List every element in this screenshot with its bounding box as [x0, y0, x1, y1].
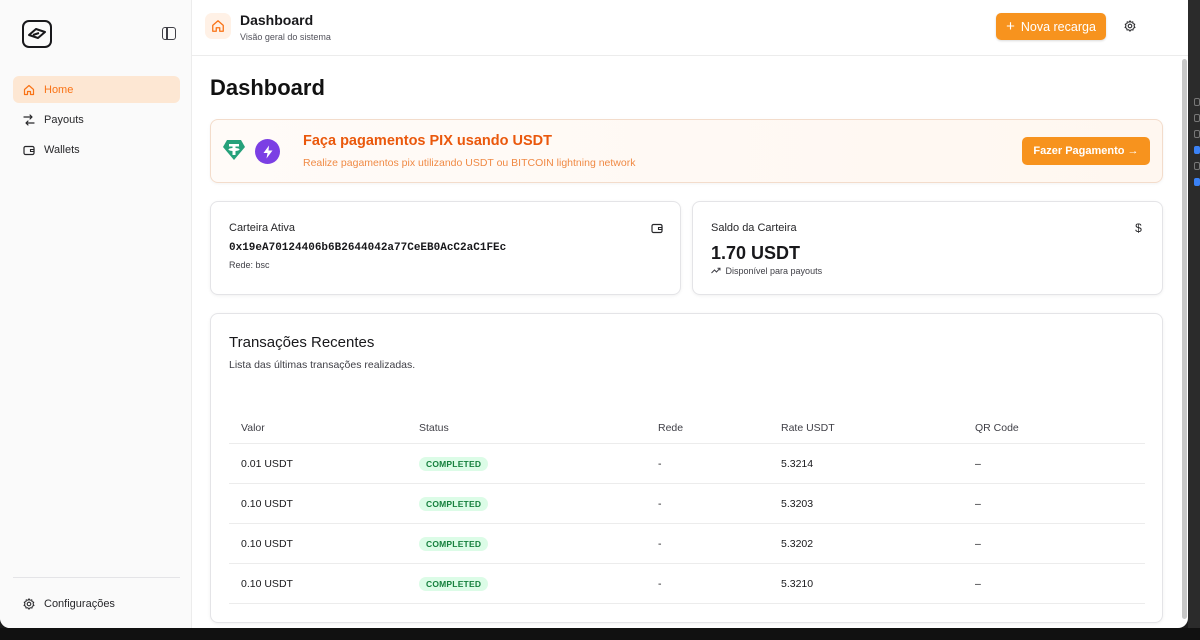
- column-header: Rede: [658, 421, 684, 434]
- nova-recarga-button[interactable]: + Nova recarga: [996, 13, 1106, 40]
- sidebar-item-payouts[interactable]: Payouts: [13, 106, 180, 133]
- cell-qr: –: [975, 497, 981, 510]
- plus-icon: +: [1006, 18, 1015, 35]
- column-header: Status: [419, 421, 449, 434]
- sidebar-item-label: Payouts: [44, 113, 84, 126]
- sidebar-item-label: Wallets: [44, 143, 80, 156]
- table-row[interactable]: 0.10 USDT COMPLETED - 5.3210 –: [229, 564, 1145, 604]
- sidebar-item-home[interactable]: Home: [13, 76, 180, 103]
- trending-up-icon: [711, 267, 721, 274]
- status-badge: COMPLETED: [419, 536, 489, 551]
- cell-qr: –: [975, 577, 981, 590]
- balance-amount: 1.70 USDT: [711, 243, 801, 263]
- status-badge: COMPLETED: [419, 456, 489, 471]
- settings-gear-icon[interactable]: [1122, 18, 1138, 34]
- page-title: Dashboard: [210, 75, 325, 100]
- cell-valor: 0.10 USDT: [241, 497, 293, 510]
- cell-rede: -: [658, 537, 662, 550]
- cell-valor: 0.10 USDT: [241, 577, 293, 590]
- table-row[interactable]: 0.10 USDT COMPLETED - 5.3202 –: [229, 524, 1145, 564]
- header-title: Dashboard: [240, 12, 314, 28]
- cell-rate: 5.3214: [781, 457, 814, 470]
- balance-note-row: Disponível para payouts: [711, 266, 822, 276]
- sidebar-item-wallets[interactable]: Wallets: [13, 136, 180, 163]
- balance-card-label: Saldo da Carteira: [711, 222, 797, 234]
- banner-title: Faça pagamentos PIX usando USDT: [303, 133, 552, 149]
- home-icon: [22, 83, 35, 96]
- cell-rate: 5.3202: [781, 537, 814, 550]
- table-row[interactable]: 0.01 USDT COMPLETED - 5.3214 –: [229, 444, 1145, 484]
- wallet-address: 0x19eA70124406b6B2644042a77CeEB0AcC2aC1F…: [229, 242, 507, 254]
- cell-rate: 5.3203: [781, 497, 814, 510]
- status-badge: COMPLETED: [419, 496, 489, 511]
- table-header: Valor Status Rede Rate USDT QR Code: [229, 412, 1145, 444]
- transactions-card: Transações Recentes Lista das últimas tr…: [210, 313, 1163, 623]
- sidebar: Home Payouts Wallets Configurações: [0, 0, 192, 628]
- checkbox-icon: [1194, 114, 1200, 122]
- scrollbar[interactable]: [1181, 57, 1188, 628]
- transactions-table: Valor Status Rede Rate USDT QR Code 0.01…: [229, 412, 1145, 604]
- nova-recarga-label: Nova recarga: [1020, 19, 1096, 34]
- wallet-icon: [22, 143, 35, 156]
- cell-qr: –: [975, 537, 981, 550]
- transactions-title: Transações Recentes: [229, 334, 375, 351]
- divider: [13, 577, 180, 578]
- sidebar-item-label: Configurações: [44, 597, 115, 610]
- scrollbar-thumb[interactable]: [1182, 59, 1187, 619]
- column-header: Rate USDT: [781, 421, 835, 434]
- sidebar-item-configuracoes[interactable]: Configurações: [13, 590, 180, 617]
- fazer-pagamento-button[interactable]: Fazer Pagamento →: [1022, 137, 1150, 165]
- payouts-icon: [22, 113, 35, 126]
- column-header: QR Code: [975, 421, 1019, 434]
- status-badge: COMPLETED: [419, 576, 489, 591]
- balance-note: Disponível para payouts: [725, 266, 823, 276]
- table-row[interactable]: 0.10 USDT COMPLETED - 5.3203 –: [229, 484, 1145, 524]
- checkbox-icon: [1194, 98, 1200, 106]
- transactions-subtitle: Lista das últimas transações realizadas.: [229, 359, 416, 371]
- cell-valor: 0.01 USDT: [241, 457, 293, 470]
- checkbox-icon: [1194, 130, 1200, 138]
- checkbox-icon: [1194, 146, 1200, 154]
- background-window-edge: [1188, 0, 1200, 628]
- cell-qr: –: [975, 457, 981, 470]
- cell-rede: -: [658, 577, 662, 590]
- main-content: Dashboard Faça pagamentos PIX usando USD…: [192, 57, 1188, 628]
- checkbox-icon: [1194, 178, 1200, 186]
- header-subtitle: Visão geral do sistema: [240, 32, 331, 42]
- dollar-icon: $: [1135, 220, 1142, 235]
- cell-rede: -: [658, 457, 662, 470]
- banner-subtitle: Realize pagamentos pix utilizando USDT o…: [303, 157, 636, 169]
- cell-rate: 5.3210: [781, 577, 814, 590]
- sidebar-nav: Home Payouts Wallets: [13, 76, 180, 166]
- gear-icon: [22, 597, 35, 610]
- column-header: Valor: [241, 421, 265, 434]
- wallet-card: Carteira Ativa 0x19eA70124406b6B2644042a…: [210, 201, 681, 295]
- wallet-icon: [650, 221, 663, 234]
- checkbox-icon: [1194, 162, 1200, 170]
- top-header: Dashboard Visão geral do sistema + Nova …: [192, 0, 1188, 56]
- home-icon: [205, 13, 231, 39]
- app-window: Home Payouts Wallets Configurações Dashb…: [0, 0, 1188, 628]
- taskbar: [0, 628, 1200, 640]
- pix-banner: Faça pagamentos PIX usando USDT Realize …: [210, 119, 1163, 183]
- tether-icon: [222, 139, 246, 166]
- logo-icon[interactable]: [22, 20, 52, 48]
- cell-rede: -: [658, 497, 662, 510]
- wallet-network: Rede: bsc: [229, 260, 270, 270]
- lightning-icon: [255, 139, 280, 164]
- wallet-card-label: Carteira Ativa: [229, 222, 296, 234]
- balance-card: Saldo da Carteira $ 1.70 USDT Disponível…: [692, 201, 1163, 295]
- cell-valor: 0.10 USDT: [241, 537, 293, 550]
- sidebar-item-label: Home: [44, 83, 74, 96]
- sidebar-toggle-icon[interactable]: [162, 27, 176, 40]
- sidebar-footer: Configurações: [13, 590, 180, 620]
